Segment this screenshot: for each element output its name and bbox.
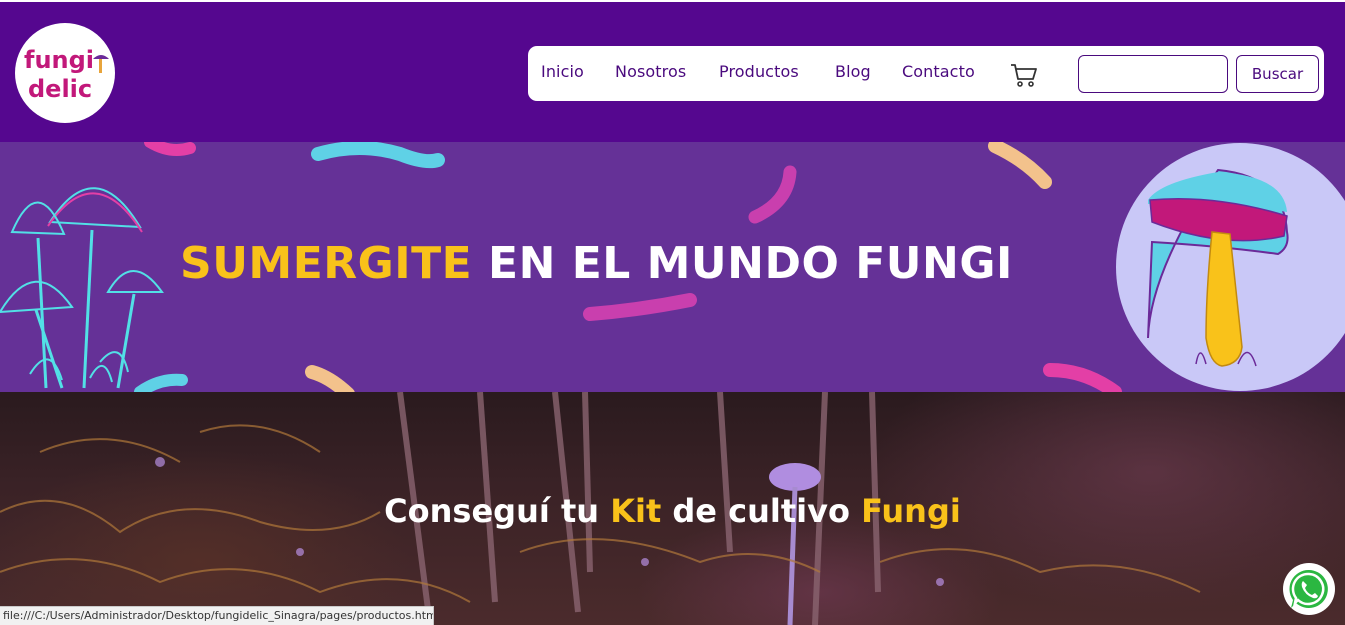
search-input[interactable] [1078,55,1228,93]
banner-headline: SUMERGITE EN EL MUNDO FUNGI [180,234,1013,294]
logo-text-fungi: fungi [24,46,94,74]
banner-headline-highlight: SUMERGITE [180,238,473,289]
squiggle-cyan-top [311,142,445,169]
logo-mark: fungi delic [24,46,109,103]
main-nav: Inicio Nosotros Productos Blog Contacto … [528,46,1324,101]
nav-inicio[interactable]: Inicio [541,62,584,81]
logo-mushroom-cap [93,55,109,59]
hero-headline-fungi: Fungi [861,492,961,530]
squiggle-pink-top [144,142,196,156]
nav-blog[interactable]: Blog [835,62,871,81]
nav-contacto[interactable]: Contacto [902,62,975,81]
nav-nosotros[interactable]: Nosotros [615,62,686,81]
whatsapp-button[interactable] [1283,563,1335,615]
logo-mushroom-stem [99,59,102,73]
hero-headline-kit: Kit [610,492,662,530]
squiggle-peach-top [988,142,1052,189]
hero-section: Conseguí tu Kit de cultivo Fungi [0,392,1345,625]
squiggle-magenta-low [583,293,697,321]
search-button[interactable]: Buscar [1236,55,1319,93]
cart-icon[interactable] [1010,62,1038,88]
banner-headline-rest: EN EL MUNDO FUNGI [472,238,1013,289]
promo-banner: SUMERGITE EN EL MUNDO FUNGI [0,142,1345,392]
glowing-mushroom-cap [769,463,821,491]
nav-productos[interactable]: Productos [719,62,799,81]
fungidelic-logo[interactable]: fungi delic [15,23,115,123]
hero-headline-part1: Conseguí tu [384,492,611,530]
browser-status-bar: file:///C:/Users/Administrador/Desktop/f… [0,606,434,625]
squiggle-pink-bottom [1043,363,1122,392]
squiggle-cyan-bottom [134,373,188,392]
site-header: fungi delic Inicio Nosotros Productos Bl… [0,0,1345,142]
squiggle-peach-bottom [305,365,355,392]
neon-mushrooms-illustration [0,187,164,389]
squiggle-magenta-mid [748,165,797,224]
whatsapp-icon [1284,564,1334,614]
logo-text-delic: delic [28,75,92,103]
hero-headline-part3: de cultivo [661,492,862,530]
hero-headline: Conseguí tu Kit de cultivo Fungi [0,492,1345,530]
